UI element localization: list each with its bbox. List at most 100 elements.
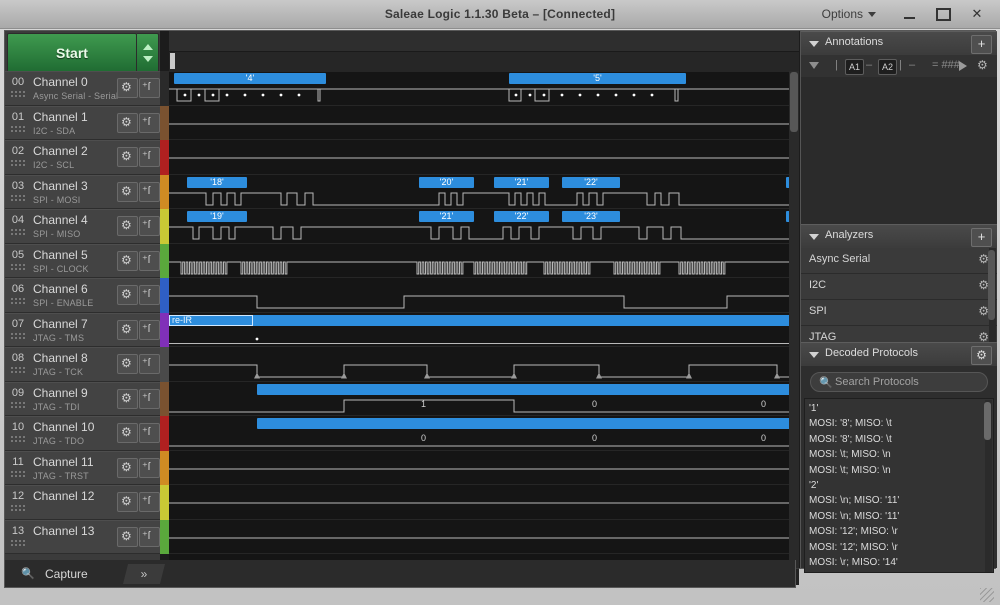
channel-settings-button[interactable]: ⚙ — [117, 216, 138, 236]
waveform-row-9[interactable]: 1 0 0 — [169, 382, 799, 416]
decoded-settings-button[interactable]: ⚙ — [971, 346, 992, 365]
analyzers-header[interactable]: Analyzers + — [801, 224, 997, 250]
decoded-row-9[interactable]: MOSI: '12'; MISO: \r — [809, 540, 898, 555]
decoded-row-8[interactable]: MOSI: '12'; MISO: \r — [809, 524, 898, 539]
play-icon[interactable] — [959, 61, 967, 71]
channel-row-2[interactable]: 02 Channel 2 I2C - SCL ⚙ ⁺ſ — [5, 140, 160, 175]
channel-trigger-button[interactable]: ⁺ſ — [139, 492, 160, 512]
maximize-button[interactable] — [926, 2, 960, 26]
channel-row-11[interactable]: 11 Channel 11 JTAG - TRST ⚙ ⁺ſ — [5, 450, 160, 485]
channel-settings-button[interactable]: ⚙ — [117, 250, 138, 271]
channel-settings-button[interactable]: ⚙ — [117, 457, 138, 478]
channel-row-7[interactable]: 07 Channel 7 JTAG - TMS ⚙ ⁺ſ — [5, 312, 160, 347]
start-button[interactable]: Start — [7, 33, 137, 73]
channel-trigger-button[interactable]: ⁺ſ — [139, 285, 160, 305]
channel-settings-button[interactable]: ⚙ — [117, 78, 138, 98]
waveform-row-10[interactable]: 0 0 0 — [169, 416, 799, 451]
timeline-ruler[interactable] — [169, 31, 799, 72]
channel-trigger-button[interactable]: ⁺ſ — [139, 457, 160, 478]
channel-row-6[interactable]: 06 Channel 6 SPI - ENABLE ⚙ ⁺ſ — [5, 278, 160, 313]
channel-drag-handle[interactable] — [10, 124, 26, 134]
decoded-row-1[interactable]: MOSI: '8'; MISO: \t — [809, 416, 892, 431]
decoded-list-scroll-thumb[interactable] — [984, 402, 991, 440]
channel-trigger-button[interactable]: ⁺ſ — [139, 388, 160, 409]
channel-settings-button[interactable]: ⚙ — [117, 492, 138, 512]
channel-trigger-button[interactable]: ⁺ſ — [139, 319, 160, 340]
options-menu-button[interactable]: Options — [816, 4, 882, 24]
channel-row-1[interactable]: 01 Channel 1 I2C - SDA ⚙ ⁺ſ — [5, 105, 160, 140]
channel-trigger-button[interactable]: ⁺ſ — [139, 147, 160, 167]
channel-settings-button[interactable]: ⚙ — [117, 526, 138, 547]
waveform-row-2[interactable] — [169, 140, 799, 175]
channel-row-4[interactable]: 04 Channel 4 SPI - MISO ⚙ ⁺ſ — [5, 209, 160, 244]
channel-row-9[interactable]: 09 Channel 9 JTAG - TDI ⚙ ⁺ſ — [5, 381, 160, 416]
channel-trigger-button[interactable]: ⁺ſ — [139, 112, 160, 133]
channel-settings-button[interactable]: ⚙ — [117, 112, 138, 133]
marker-a1-chip[interactable]: A1 — [845, 59, 864, 75]
decoded-list-scrollbar[interactable] — [984, 400, 992, 572]
channel-settings-button[interactable]: ⚙ — [117, 319, 138, 340]
analyzers-scroll-thumb[interactable] — [988, 250, 995, 320]
marker-a2-chip[interactable]: A2 — [878, 59, 897, 75]
channel-drag-handle[interactable] — [10, 400, 26, 410]
search-protocols-input[interactable]: 🔍 Search Protocols — [810, 372, 988, 392]
channel-row-12[interactable]: 12 Channel 12 ⚙ ⁺ſ — [5, 485, 160, 520]
decoded-row-7[interactable]: MOSI: \n; MISO: '11' — [809, 509, 899, 524]
waveform-row-12[interactable] — [169, 485, 799, 520]
channel-settings-button[interactable]: ⚙ — [117, 388, 138, 409]
collapse-triangle-icon[interactable] — [809, 234, 819, 240]
capture-rate-stepper[interactable] — [137, 33, 159, 73]
analyzer-item-1[interactable]: I2C ⚙ — [801, 274, 997, 300]
waveform-row-7[interactable]: re-IR — [169, 313, 799, 347]
waveform-row-11[interactable] — [169, 451, 799, 485]
waveform-row-0[interactable]: '4' '5' — [169, 71, 799, 106]
decoded-row-0[interactable]: '1' — [809, 401, 818, 416]
stepper-down-icon[interactable] — [143, 56, 153, 62]
channel-trigger-button[interactable]: ⁺ſ — [139, 423, 160, 443]
channel-trigger-button[interactable]: ⁺ſ — [139, 354, 160, 374]
channel-row-3[interactable]: 03 Channel 3 SPI - MOSI ⚙ ⁺ſ — [5, 174, 160, 209]
channel-trigger-button[interactable]: ⁺ſ — [139, 78, 160, 98]
stepper-up-icon[interactable] — [143, 44, 153, 50]
waveform-row-1[interactable] — [169, 106, 799, 140]
vertical-scroll-thumb[interactable] — [790, 72, 798, 132]
channel-row-8[interactable]: 08 Channel 8 JTAG - TCK ⚙ ⁺ſ — [5, 347, 160, 382]
channel-drag-handle[interactable] — [10, 297, 26, 306]
channel-row-13[interactable]: 13 Channel 13 ⚙ ⁺ſ — [5, 519, 160, 554]
channel-trigger-button[interactable]: ⁺ſ — [139, 216, 160, 236]
channel-drag-handle[interactable] — [10, 90, 26, 99]
add-annotation-button[interactable]: + — [971, 35, 992, 54]
channel-settings-button[interactable]: ⚙ — [117, 285, 138, 305]
decoded-protocols-header[interactable]: Decoded Protocols ⚙ — [801, 342, 997, 368]
channel-drag-handle[interactable] — [10, 228, 26, 237]
decoded-row-4[interactable]: MOSI: \t; MISO: \n — [809, 463, 891, 478]
window-resize-grip[interactable] — [980, 588, 994, 602]
decoded-row-10[interactable]: MOSI: \r; MISO: '14' — [809, 555, 898, 570]
analyzer-item-0[interactable]: Async Serial ⚙ — [801, 248, 997, 274]
waveform-area[interactable]: '4' '5' '18' '20' '21' '22' '19' '21' '22' '23' re… — [169, 31, 799, 568]
waveform-row-6[interactable] — [169, 278, 799, 313]
channel-settings-button[interactable]: ⚙ — [117, 181, 138, 202]
filter-funnel-icon[interactable] — [809, 62, 819, 69]
waveform-vertical-scrollbar[interactable] — [789, 71, 799, 568]
channel-drag-handle[interactable] — [10, 504, 26, 513]
decoded-row-6[interactable]: MOSI: \n; MISO: '11' — [809, 493, 899, 508]
collapse-triangle-icon[interactable] — [809, 352, 819, 358]
expand-tabs-button[interactable]: » — [123, 564, 165, 584]
channel-settings-button[interactable]: ⚙ — [117, 423, 138, 443]
channel-trigger-button[interactable]: ⁺ſ — [139, 526, 160, 547]
annotations-header[interactable]: Annotations + — [801, 31, 997, 57]
channel-trigger-button[interactable]: ⁺ſ — [139, 181, 160, 202]
channel-row-5[interactable]: 05 Channel 5 SPI - CLOCK ⚙ ⁺ſ — [5, 243, 160, 278]
channel-drag-handle[interactable] — [10, 366, 26, 375]
decoded-row-2[interactable]: MOSI: '8'; MISO: \t — [809, 432, 892, 447]
channel-drag-handle[interactable] — [10, 262, 26, 272]
channel-drag-handle[interactable] — [10, 331, 26, 341]
minimize-button[interactable] — [892, 2, 926, 26]
waveform-row-4[interactable]: '19' '21' '22' '23' — [169, 209, 799, 244]
collapse-triangle-icon[interactable] — [809, 41, 819, 47]
annotation-settings-gear-icon[interactable]: ⚙ — [977, 58, 988, 72]
channel-drag-handle[interactable] — [10, 538, 26, 548]
channel-settings-button[interactable]: ⚙ — [117, 354, 138, 374]
channel-row-0[interactable]: 00 Channel 0 Async Serial - Serial ⚙ ⁺ſ — [5, 71, 160, 106]
